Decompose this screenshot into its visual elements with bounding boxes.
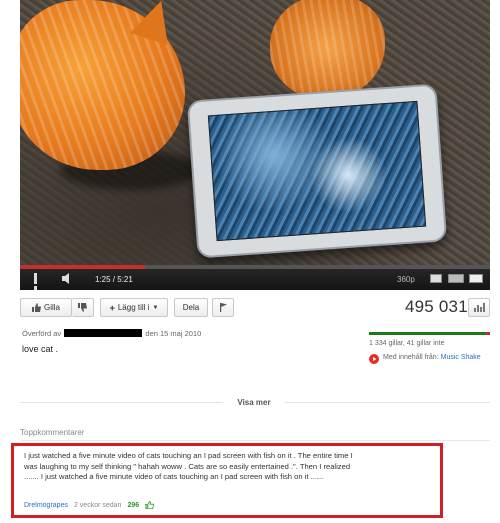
player-controls: 1:25 / 5:21 360p (20, 265, 490, 290)
cat-right (270, 0, 385, 100)
add-to-button[interactable]: + Lägg till i ▼ (100, 298, 168, 317)
chevron-down-icon: ▼ (152, 304, 159, 311)
video-description: love cat . (22, 344, 59, 354)
thumbs-up-icon (31, 303, 41, 312)
upload-info: Överförd av den 15 maj 2010 (22, 329, 201, 338)
flag-icon (219, 303, 227, 312)
share-button[interactable]: Dela (174, 298, 208, 317)
view-count: 495 031 (405, 297, 468, 316)
comment-author[interactable]: Drelmograpes (24, 502, 68, 509)
comment-meta: Drelmograpes 2 veckor sedan 296 (24, 500, 155, 510)
time-display: 1:25 / 5:21 (95, 275, 133, 284)
ipad (186, 83, 448, 259)
upload-prefix: Överförd av (22, 329, 62, 338)
music-credit: Med innehåll från: Music Shake (383, 352, 493, 364)
thumbs-up-icon[interactable] (144, 500, 155, 510)
fullscreen-button[interactable] (469, 274, 483, 283)
stats-button[interactable] (468, 298, 490, 317)
progress-bar[interactable] (20, 265, 490, 269)
like-button[interactable]: Gilla (20, 298, 72, 317)
upload-date: den 15 maj 2010 (145, 329, 202, 338)
comment-text: I just watched a five minute video of ca… (24, 451, 353, 481)
music-label: Med innehåll från: (383, 354, 439, 361)
show-more-button[interactable]: Visa mer (223, 395, 285, 409)
music-link[interactable]: Music Shake (441, 354, 481, 361)
dislike-button[interactable] (72, 298, 94, 317)
add-label: Lägg till i (117, 303, 150, 312)
plus-icon: + (109, 302, 115, 313)
pause-button[interactable] (34, 273, 44, 290)
dislike-ratio-segment (486, 332, 490, 335)
share-label: Dela (182, 303, 200, 312)
music-icon (369, 351, 379, 364)
rating-text: 1 334 gillar, 41 gillar inte (369, 340, 445, 347)
thumbs-down-icon (78, 303, 87, 312)
volume-icon[interactable] (62, 273, 74, 284)
comments-divider (20, 440, 490, 441)
ipad-screen (207, 100, 427, 242)
quality-button[interactable]: 360p (397, 275, 415, 284)
redacted-username (64, 329, 143, 337)
large-player-button[interactable] (448, 274, 464, 283)
small-player-button[interactable] (430, 274, 442, 283)
like-label: Gilla (43, 303, 60, 312)
flag-button[interactable] (212, 298, 234, 317)
like-ratio-bar (369, 332, 490, 335)
bar-chart-icon (473, 303, 485, 312)
comment-time: 2 veckor sedan (73, 501, 122, 509)
top-comments-heading: Toppkommentarer (20, 428, 85, 437)
video-frame[interactable] (20, 0, 490, 265)
video-player[interactable]: 1:25 / 5:21 360p (20, 0, 490, 290)
comment-likes: 296 (127, 501, 140, 509)
progress-fill (20, 265, 145, 269)
